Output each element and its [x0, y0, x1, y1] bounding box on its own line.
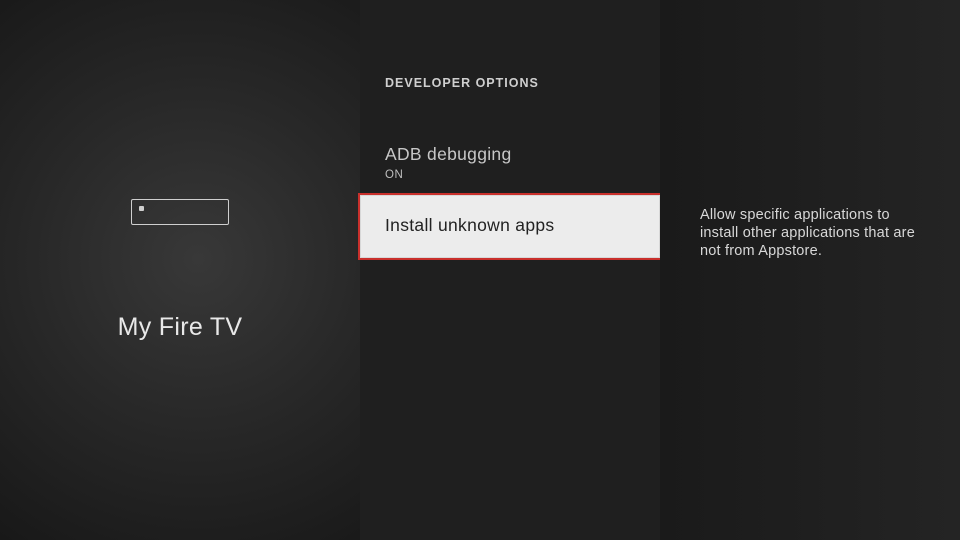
option-adb-debugging[interactable]: ADB debugging ON — [360, 128, 660, 195]
left-pane-title: My Fire TV — [118, 313, 243, 342]
detail-pane: Allow specific applications to install o… — [660, 0, 960, 540]
fire-tv-stick-icon — [131, 199, 229, 225]
option-description: Allow specific applications to install o… — [700, 206, 920, 260]
left-pane: My Fire TV — [0, 0, 360, 540]
settings-layout: My Fire TV DEVELOPER OPTIONS ADB debuggi… — [0, 0, 960, 540]
options-list: DEVELOPER OPTIONS ADB debugging ON Insta… — [360, 0, 660, 540]
section-heading: DEVELOPER OPTIONS — [360, 76, 660, 90]
option-label: ADB debugging — [385, 144, 636, 165]
option-value: ON — [385, 169, 636, 181]
option-label: Install unknown apps — [385, 215, 636, 236]
option-install-unknown-apps[interactable]: Install unknown apps — [360, 195, 660, 258]
